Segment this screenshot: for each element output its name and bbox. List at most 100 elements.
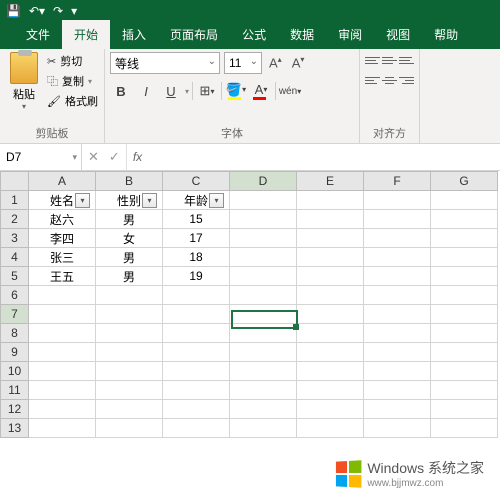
cell-A8[interactable]	[29, 324, 96, 343]
filter-button-性别[interactable]: ▾	[142, 193, 157, 208]
cell-G12[interactable]	[431, 400, 498, 419]
row-header-3[interactable]: 3	[1, 229, 29, 248]
enter-formula-icon[interactable]: ✓	[109, 149, 120, 165]
cell-G1[interactable]	[431, 191, 498, 210]
cell-G10[interactable]	[431, 362, 498, 381]
align-top-button[interactable]	[365, 52, 380, 68]
cut-button[interactable]: ✂剪切	[47, 52, 98, 72]
filter-button-年龄[interactable]: ▾	[209, 193, 224, 208]
row-header-7[interactable]: 7	[1, 305, 29, 324]
cell-A12[interactable]	[29, 400, 96, 419]
cell-A13[interactable]	[29, 419, 96, 438]
cell-C1[interactable]: 年龄▾	[163, 191, 230, 210]
col-header-B[interactable]: B	[96, 172, 163, 191]
cell-D2[interactable]	[230, 210, 297, 229]
copy-button[interactable]: ⿻复制▾	[47, 72, 98, 92]
cell-B13[interactable]	[96, 419, 163, 438]
cell-B4[interactable]: 男	[96, 248, 163, 267]
cell-D6[interactable]	[230, 286, 297, 305]
row-header-5[interactable]: 5	[1, 267, 29, 286]
undo-icon[interactable]: ↶▾	[29, 4, 45, 18]
row-header-1[interactable]: 1	[1, 191, 29, 210]
col-header-D[interactable]: D	[230, 172, 297, 191]
cell-A3[interactable]: 李四	[29, 229, 96, 248]
tab-formulas[interactable]: 公式	[230, 20, 278, 49]
cell-E12[interactable]	[297, 400, 364, 419]
cell-B10[interactable]	[96, 362, 163, 381]
align-left-button[interactable]	[365, 72, 380, 88]
col-header-F[interactable]: F	[364, 172, 431, 191]
save-icon[interactable]: 💾	[6, 4, 21, 18]
cell-F2[interactable]	[364, 210, 431, 229]
cell-D12[interactable]	[230, 400, 297, 419]
tab-review[interactable]: 审阅	[326, 20, 374, 49]
cell-G9[interactable]	[431, 343, 498, 362]
cell-C6[interactable]	[163, 286, 230, 305]
row-header-13[interactable]: 13	[1, 419, 29, 438]
tab-file[interactable]: 文件	[14, 20, 62, 49]
cell-F3[interactable]	[364, 229, 431, 248]
tab-help[interactable]: 帮助	[422, 20, 470, 49]
decrease-font-button[interactable]: A▾	[289, 55, 308, 70]
tab-home[interactable]: 开始	[62, 20, 110, 49]
cell-F13[interactable]	[364, 419, 431, 438]
cell-G5[interactable]	[431, 267, 498, 286]
cell-G13[interactable]	[431, 419, 498, 438]
cell-E5[interactable]	[297, 267, 364, 286]
cell-C13[interactable]	[163, 419, 230, 438]
cell-F1[interactable]	[364, 191, 431, 210]
worksheet[interactable]: ABCDEFG1姓名▾性别▾年龄▾2赵六男153李四女174张三男185王五男1…	[0, 171, 500, 438]
cell-G6[interactable]	[431, 286, 498, 305]
cell-E4[interactable]	[297, 248, 364, 267]
cell-G4[interactable]	[431, 248, 498, 267]
cell-B3[interactable]: 女	[96, 229, 163, 248]
font-name-select[interactable]: 等线	[110, 52, 220, 74]
cell-G3[interactable]	[431, 229, 498, 248]
align-middle-button[interactable]	[382, 52, 397, 68]
cell-D13[interactable]	[230, 419, 297, 438]
cell-E8[interactable]	[297, 324, 364, 343]
italic-button[interactable]: I	[135, 80, 157, 102]
cell-C8[interactable]	[163, 324, 230, 343]
cell-A2[interactable]: 赵六	[29, 210, 96, 229]
cell-B2[interactable]: 男	[96, 210, 163, 229]
cell-E2[interactable]	[297, 210, 364, 229]
col-header-C[interactable]: C	[163, 172, 230, 191]
cell-C12[interactable]	[163, 400, 230, 419]
format-painter-button[interactable]: 🖌格式刷	[47, 92, 98, 112]
cell-D8[interactable]	[230, 324, 297, 343]
align-center-button[interactable]	[382, 72, 397, 88]
row-header-2[interactable]: 2	[1, 210, 29, 229]
cell-B6[interactable]	[96, 286, 163, 305]
select-all-corner[interactable]	[1, 172, 29, 191]
fx-label[interactable]: fx	[127, 144, 148, 170]
font-color-button[interactable]: A▾	[250, 80, 272, 102]
cell-B1[interactable]: 性别▾	[96, 191, 163, 210]
align-bottom-button[interactable]	[399, 52, 414, 68]
redo-icon[interactable]: ↷	[53, 4, 63, 18]
name-box[interactable]: D7	[0, 144, 82, 170]
tab-insert[interactable]: 插入	[110, 20, 158, 49]
bold-button[interactable]: B	[110, 80, 132, 102]
cell-B5[interactable]: 男	[96, 267, 163, 286]
cell-A7[interactable]	[29, 305, 96, 324]
cell-C10[interactable]	[163, 362, 230, 381]
cell-F11[interactable]	[364, 381, 431, 400]
tab-data[interactable]: 数据	[278, 20, 326, 49]
cell-C11[interactable]	[163, 381, 230, 400]
tab-view[interactable]: 视图	[374, 20, 422, 49]
cell-A11[interactable]	[29, 381, 96, 400]
row-header-8[interactable]: 8	[1, 324, 29, 343]
row-header-10[interactable]: 10	[1, 362, 29, 381]
increase-font-button[interactable]: A▴	[266, 55, 285, 70]
cell-B9[interactable]	[96, 343, 163, 362]
cell-A9[interactable]	[29, 343, 96, 362]
cell-B12[interactable]	[96, 400, 163, 419]
cell-F5[interactable]	[364, 267, 431, 286]
cell-D4[interactable]	[230, 248, 297, 267]
row-header-6[interactable]: 6	[1, 286, 29, 305]
cell-F8[interactable]	[364, 324, 431, 343]
row-header-4[interactable]: 4	[1, 248, 29, 267]
customize-qat-icon[interactable]: ▾	[71, 4, 77, 18]
cell-E3[interactable]	[297, 229, 364, 248]
